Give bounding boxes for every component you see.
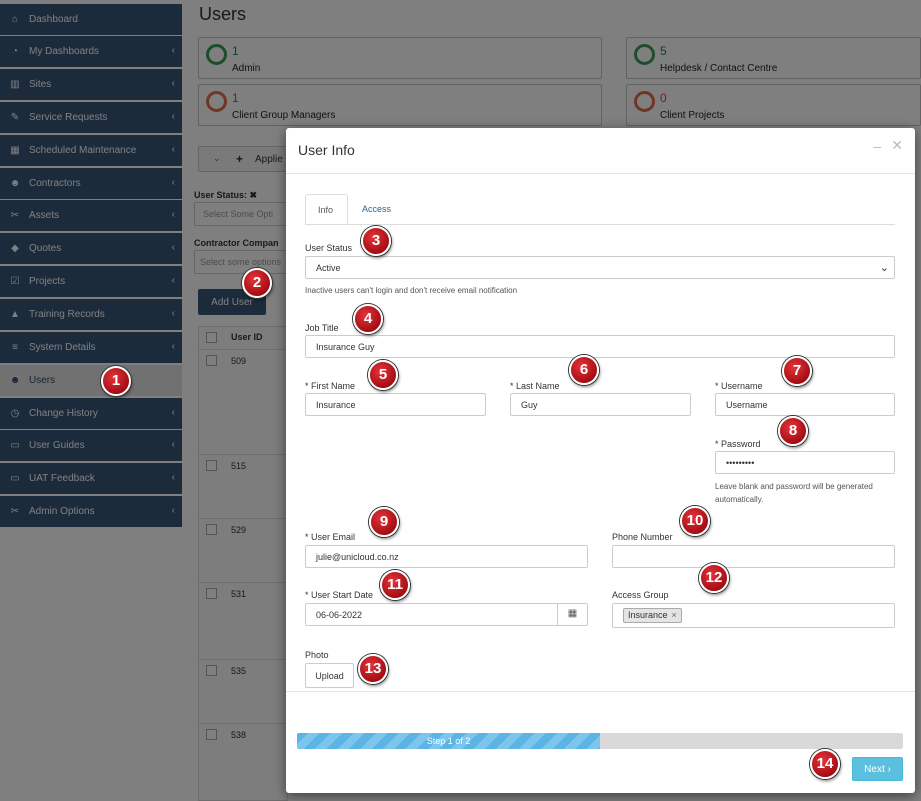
password-label: * Password [715, 439, 761, 449]
user-status-help: Inactive users can't login and don't rec… [305, 286, 518, 295]
user-email-input[interactable]: julie@unicloud.co.nz [305, 545, 588, 568]
annotation-marker: 12 [699, 563, 729, 593]
user-email-label: * User Email [305, 532, 356, 542]
annotation-marker: 10 [680, 506, 710, 536]
start-date-label: * User Start Date [305, 590, 374, 600]
user-status-value: Active [316, 263, 341, 273]
start-date-input[interactable]: 06-06-2022 ▦ [305, 603, 588, 626]
minimize-icon[interactable]: – [873, 138, 881, 154]
phone-number-input[interactable] [612, 545, 895, 568]
username-input[interactable]: Username [715, 393, 895, 416]
access-group-label: Access Group [612, 590, 669, 600]
access-group-tag: Insurance × [623, 608, 682, 623]
first-name-label: * First Name [305, 381, 356, 391]
remove-tag-icon[interactable]: × [672, 610, 677, 620]
first-name-input[interactable]: Insurance [305, 393, 486, 416]
last-name-label: * Last Name [510, 381, 560, 391]
calendar-icon[interactable]: ▦ [557, 604, 587, 625]
password-input[interactable]: ••••••••• [715, 451, 895, 474]
annotation-marker: 11 [380, 570, 410, 600]
modal-title: User Info [298, 142, 355, 158]
user-status-select[interactable]: Active ⌄ [305, 256, 895, 279]
phone-number-label: Phone Number [612, 532, 673, 542]
upload-button[interactable]: Upload [305, 663, 354, 688]
close-icon[interactable]: ✕ [891, 137, 903, 154]
annotation-marker: 7 [782, 356, 812, 386]
annotation-marker: 5 [368, 360, 398, 390]
job-title-input[interactable]: Insurance Guy [305, 335, 895, 358]
annotation-marker: 6 [569, 355, 599, 385]
user-status-label: User Status [305, 243, 353, 253]
photo-label: Photo [305, 650, 329, 660]
annotation-marker: 1 [101, 366, 131, 396]
access-group-select[interactable]: Insurance × [612, 603, 895, 628]
progress-label: Step 1 of 2 [426, 736, 471, 746]
divider [286, 691, 915, 692]
annotation-marker: 8 [778, 416, 808, 446]
chevron-down-icon: ⌄ [879, 262, 889, 274]
tab-access[interactable]: Access [350, 194, 403, 225]
annotation-marker: 2 [242, 268, 272, 298]
job-title-label: Job Title [305, 323, 339, 333]
tag-label: Insurance [628, 610, 668, 620]
password-help: Leave blank and password will be generat… [715, 482, 873, 504]
progress-bar: Step 1 of 2 [297, 733, 903, 749]
next-button[interactable]: Next › [852, 757, 903, 781]
start-date-value: 06-06-2022 [316, 610, 363, 620]
annotation-marker: 3 [361, 226, 391, 256]
last-name-input[interactable]: Guy [510, 393, 691, 416]
annotation-marker: 13 [358, 654, 388, 684]
annotation-marker: 4 [353, 304, 383, 334]
divider [286, 173, 915, 174]
username-label: * Username [715, 381, 763, 391]
divider [305, 224, 895, 225]
tab-info[interactable]: Info [305, 194, 348, 225]
annotation-marker: 9 [369, 507, 399, 537]
annotation-marker: 14 [810, 749, 840, 779]
